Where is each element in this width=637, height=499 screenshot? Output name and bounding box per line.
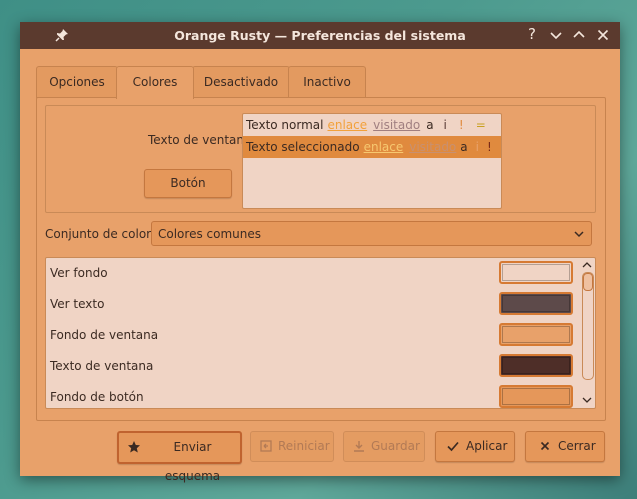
preview-frame: Texto de ventana Botón Texto normal enlac… xyxy=(45,105,596,213)
normal-visited: visitado xyxy=(373,118,421,132)
reset-button[interactable]: Reiniciar xyxy=(250,431,334,462)
selected-neutral: = xyxy=(500,136,501,158)
tab-opciones[interactable]: Opciones xyxy=(36,66,118,98)
color-scheme-select[interactable]: Colores comunes xyxy=(151,221,592,246)
text-preview-box: Texto normalenlacevisitadoai!=+ Texto se… xyxy=(242,113,502,209)
color-role-name: Fondo de ventana xyxy=(50,328,159,342)
tab-label: Desactivado xyxy=(203,75,279,89)
preview-button[interactable]: Botón xyxy=(144,169,232,198)
scroll-down-icon[interactable] xyxy=(581,394,593,406)
normal-inactive: i xyxy=(443,118,447,132)
close-label: Cerrar xyxy=(558,439,596,453)
normal-text: Texto normal xyxy=(246,118,324,132)
tab-label: Colores xyxy=(132,75,178,89)
tab-desactivado[interactable]: Desactivado xyxy=(192,66,290,98)
reset-label: Reiniciar xyxy=(278,439,330,453)
scroll-thumb[interactable] xyxy=(583,273,593,291)
color-role-list[interactable]: Ver fondo Ver texto Fondo de ventana Tex… xyxy=(45,257,596,409)
save-label: Guardar xyxy=(371,439,420,453)
apply-button[interactable]: Aplicar xyxy=(435,431,515,462)
swatch-inner xyxy=(502,264,570,281)
selected-text-row: Texto seleccionadoenlacevisitadoai!=+ xyxy=(243,136,501,158)
swatch-inner xyxy=(502,388,570,405)
normal-text-row: Texto normalenlace visitado ai! = + xyxy=(243,114,501,136)
scroll-up-icon[interactable] xyxy=(581,259,593,271)
maximize-icon[interactable] xyxy=(571,27,587,43)
close-icon xyxy=(540,441,550,451)
color-swatch-button[interactable] xyxy=(499,261,573,284)
selected-text: Texto seleccionado xyxy=(246,140,360,154)
selected-negative: ! xyxy=(486,140,492,154)
check-icon xyxy=(447,441,459,452)
download-icon xyxy=(354,441,364,452)
tab-inactivo[interactable]: Inactivo xyxy=(288,66,366,98)
color-swatch-button[interactable] xyxy=(499,323,573,346)
list-item[interactable]: Texto de ventana xyxy=(46,351,576,382)
scroll-track[interactable] xyxy=(582,272,594,380)
color-role-name: Ver texto xyxy=(50,297,105,311)
close-window-icon[interactable] xyxy=(595,27,611,43)
list-item[interactable]: Ver fondo xyxy=(46,258,576,289)
apply-label: Aplicar xyxy=(466,439,508,453)
color-role-name: Texto de ventana xyxy=(50,359,154,373)
color-scheme-value: Colores comunes xyxy=(158,227,261,241)
selected-inactive: i xyxy=(475,140,479,154)
tab-label: Inactivo xyxy=(303,75,351,89)
close-button[interactable]: Cerrar xyxy=(525,431,605,462)
chevron-down-icon xyxy=(574,231,584,238)
swatch-inner xyxy=(502,357,570,374)
color-role-name: Ver fondo xyxy=(50,266,108,280)
list-item[interactable]: Ver texto xyxy=(46,289,576,320)
send-scheme-label: Enviar esquema xyxy=(164,440,221,483)
star-icon xyxy=(128,441,140,453)
tab-label: Opciones xyxy=(49,75,105,89)
color-role-name: Fondo de botón xyxy=(50,390,144,404)
color-swatch-button[interactable] xyxy=(499,354,573,377)
normal-negative: ! xyxy=(458,118,464,132)
swatch-inner xyxy=(502,326,570,343)
send-scheme-button[interactable]: Enviar esquema xyxy=(117,431,242,483)
tab-colores[interactable]: Colores xyxy=(116,66,194,99)
preferences-window: Orange Rusty — Preferencias del sistema … xyxy=(20,22,620,483)
normal-active: a xyxy=(426,118,434,132)
selected-active: a xyxy=(460,140,468,154)
color-scheme-label: Conjunto de color: xyxy=(45,227,155,241)
selected-link: enlace xyxy=(363,140,404,154)
save-button[interactable]: Guardar xyxy=(343,431,425,462)
normal-positive: + xyxy=(498,114,501,136)
vertical-scrollbar[interactable] xyxy=(579,258,595,408)
preview-button-label: Botón xyxy=(170,176,206,190)
help-icon[interactable]: ? xyxy=(524,25,540,43)
normal-neutral: = xyxy=(475,118,486,132)
selected-visited: visitado xyxy=(409,140,457,154)
minimize-icon[interactable] xyxy=(548,27,564,43)
window-text-label: Texto de ventana xyxy=(148,133,252,147)
normal-link: enlace xyxy=(327,118,368,132)
reset-icon xyxy=(260,440,272,452)
colors-panel: Texto de ventana Botón Texto normal enlac… xyxy=(36,97,606,421)
color-swatch-button[interactable] xyxy=(499,292,573,315)
list-item[interactable]: Fondo de botón xyxy=(46,382,576,408)
list-item[interactable]: Fondo de ventana xyxy=(46,320,576,351)
titlebar[interactable]: Orange Rusty — Preferencias del sistema … xyxy=(20,22,620,49)
swatch-inner xyxy=(502,295,570,312)
color-swatch-button[interactable] xyxy=(499,385,573,408)
